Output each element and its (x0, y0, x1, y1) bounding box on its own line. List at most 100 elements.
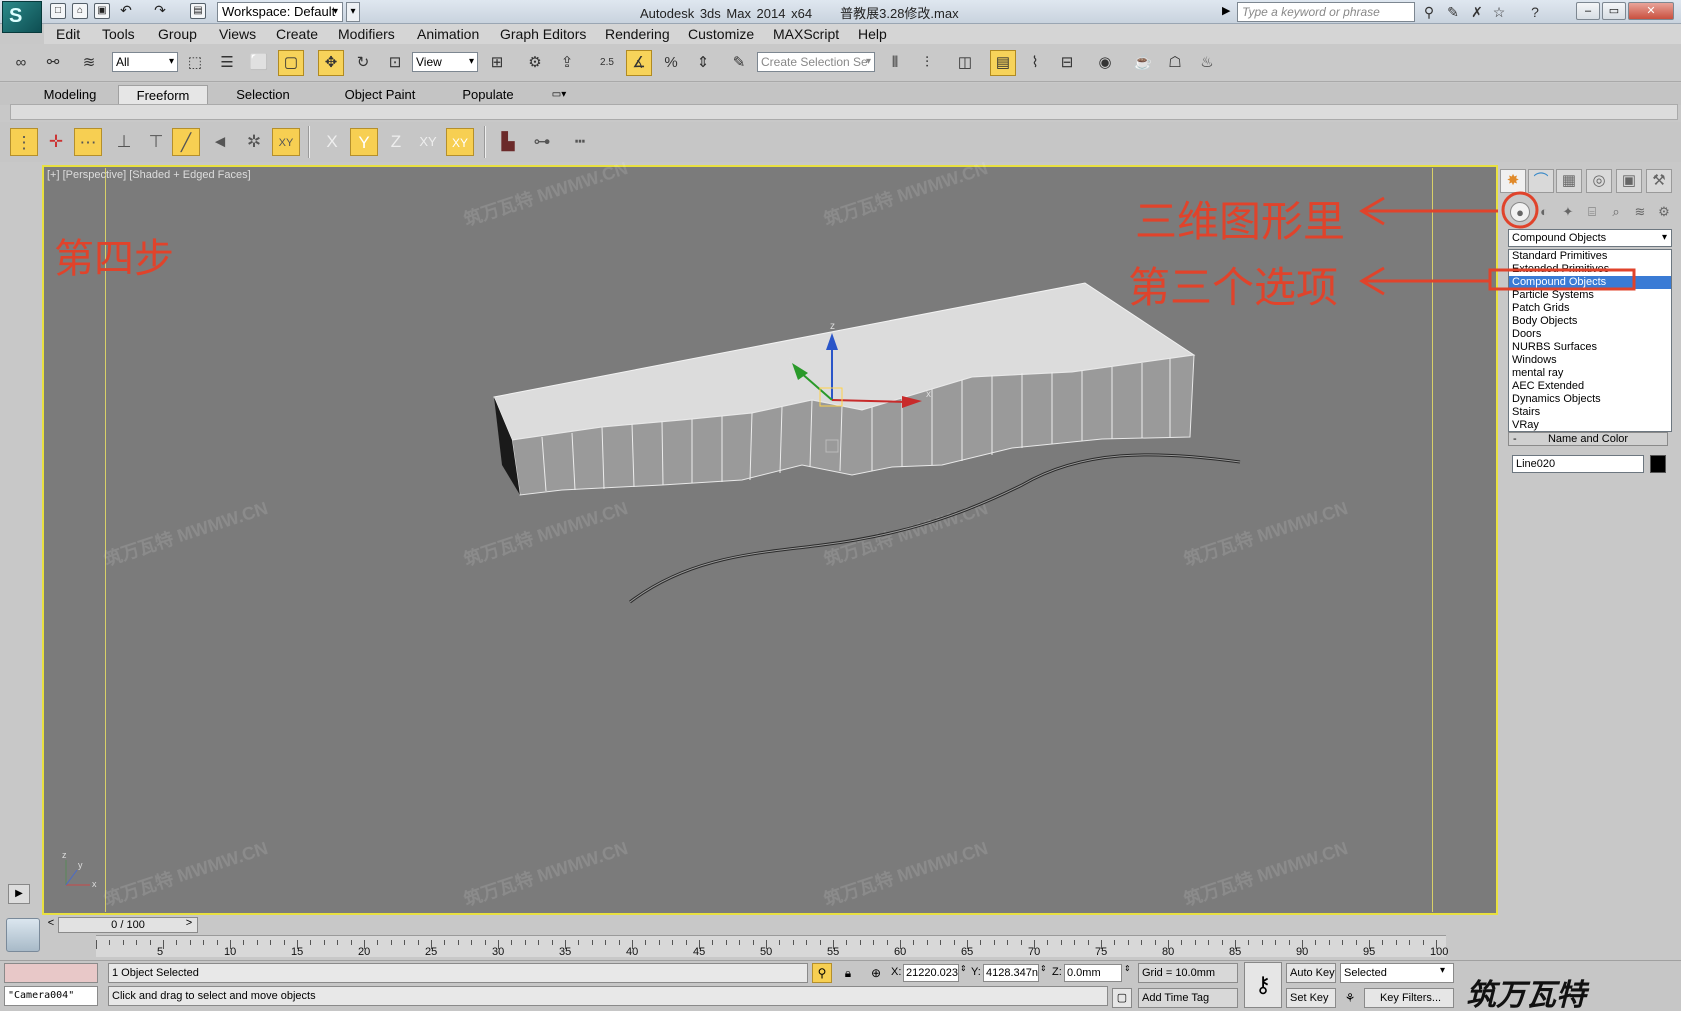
menu-graph-editors[interactable]: Graph Editors (500, 26, 586, 42)
z-spinner-icon[interactable]: ⇕ (1124, 964, 1132, 982)
ruler-icon[interactable]: ┅ (566, 128, 594, 156)
mirror-icon[interactable]: ⫴ (882, 50, 908, 76)
select-manipulate-icon[interactable]: ⚙ (522, 50, 548, 76)
tab-modeling[interactable]: Modeling (30, 85, 110, 105)
quick-access-menu-icon[interactable]: ▾ (346, 2, 360, 22)
close-button[interactable]: ✕ (1628, 2, 1674, 20)
cameras-category-icon[interactable]: ⌸ (1582, 202, 1602, 222)
new-file-icon[interactable]: □ (50, 3, 66, 19)
object-color-swatch[interactable] (1650, 455, 1666, 473)
menu-modifiers[interactable]: Modifiers (338, 26, 395, 42)
menu-rendering[interactable]: Rendering (605, 26, 670, 42)
snap-grid-points-icon[interactable]: ⋮ (10, 128, 38, 156)
helpers-category-icon[interactable]: ⌕ (1606, 202, 1626, 222)
display-tab-icon[interactable]: ▣ (1616, 169, 1642, 193)
schematic-view-icon[interactable]: ⊟ (1054, 50, 1080, 76)
snap-pivot-icon[interactable]: ✛ (42, 128, 70, 156)
project-folder-icon[interactable]: ▤ (190, 3, 206, 19)
constraint-xy-plane-button[interactable]: XY (446, 128, 474, 156)
absolute-mode-icon[interactable]: ⊕ (866, 963, 886, 983)
select-and-rotate-icon[interactable]: ↻ (350, 50, 376, 76)
ribbon-options-icon[interactable]: ▭▾ (544, 85, 574, 105)
key-filters-button[interactable]: Key Filters... (1364, 988, 1454, 1008)
maximize-button[interactable]: ▭ (1602, 2, 1626, 20)
motion-tab-icon[interactable]: ◎ (1586, 169, 1612, 193)
y-spinner-icon[interactable]: ⇕ (1040, 964, 1048, 982)
dropdown-item-patch-grids[interactable]: Patch Grids (1509, 302, 1671, 315)
menu-customize[interactable]: Customize (688, 26, 754, 42)
link-icon[interactable]: ∞ (8, 50, 34, 76)
time-slider[interactable]: 0 / 100 (58, 917, 198, 933)
dropdown-item-stairs[interactable]: Stairs (1509, 406, 1671, 419)
unlink-icon[interactable]: ⚯ (40, 50, 66, 76)
select-and-move-icon[interactable]: ✥ (318, 50, 344, 76)
dropdown-item-standard-primitives[interactable]: Standard Primitives (1509, 250, 1671, 263)
render-production-icon[interactable]: ♨ (1194, 50, 1220, 76)
menu-maxscript[interactable]: MAXScript (773, 26, 839, 42)
snap-perpendicular-icon[interactable]: ✲ (240, 128, 268, 156)
lights-category-icon[interactable]: ✦ (1558, 202, 1578, 222)
snaps-toggle-icon[interactable]: 2.5 (594, 50, 620, 76)
space-warps-category-icon[interactable]: ≋ (1630, 202, 1650, 222)
tab-freeform[interactable]: Freeform (118, 85, 208, 105)
menu-tools[interactable]: Tools (102, 26, 135, 42)
dropdown-item-vray[interactable]: VRay (1509, 419, 1671, 432)
set-key-button[interactable]: Set Key (1286, 988, 1336, 1008)
pivot-center-icon[interactable]: ⊞ (484, 50, 510, 76)
redo-icon[interactable]: ↷ (152, 3, 168, 19)
snap-edge-icon[interactable]: ╱ (172, 128, 200, 156)
next-frame-icon[interactable]: > (182, 917, 196, 933)
menu-create[interactable]: Create (276, 26, 318, 42)
tab-selection[interactable]: Selection (218, 85, 308, 105)
favorites-star-icon[interactable]: ☆ (1490, 3, 1508, 21)
object-name-input[interactable]: Line020 (1512, 455, 1644, 473)
camera-name-field[interactable]: "Camera004" (4, 986, 98, 1006)
y-coord-input[interactable]: 4128.347n (983, 964, 1039, 982)
set-key-icon[interactable]: ⚷ (1244, 962, 1282, 1008)
menu-edit[interactable]: Edit (56, 26, 80, 42)
utilities-tab-icon[interactable]: ⚒ (1646, 169, 1672, 193)
select-object-icon[interactable]: ⬚ (182, 50, 208, 76)
snap-face-icon[interactable]: ◄ (206, 128, 234, 156)
name-and-color-rollout[interactable]: - Name and Color (1508, 432, 1668, 446)
angle-snap-icon[interactable]: ∡ (626, 50, 652, 76)
open-file-icon[interactable]: ⌂ (72, 3, 88, 19)
snap-endpoint-icon[interactable]: ⊥ (110, 128, 138, 156)
select-by-name-icon[interactable]: ☰ (214, 50, 240, 76)
constraint-y-button[interactable]: Y (350, 128, 378, 156)
app-logo-button[interactable]: S (2, 1, 42, 33)
bind-space-warp-icon[interactable]: ≋ (76, 50, 102, 76)
subscription-icon[interactable]: ✎ (1444, 3, 1462, 21)
rendered-frame-icon[interactable]: ☖ (1162, 50, 1188, 76)
add-time-tag-button[interactable]: Add Time Tag (1138, 988, 1238, 1008)
constraint-xy-button[interactable]: XY (414, 128, 442, 156)
brick-icon[interactable]: ▙ (494, 128, 522, 156)
dropdown-item-aec-extended[interactable]: AEC Extended (1509, 380, 1671, 393)
constraint-z-button[interactable]: Z (382, 128, 410, 156)
layer-manager-icon[interactable]: ◫ (952, 50, 978, 76)
undo-icon[interactable]: ↶ (118, 3, 134, 19)
selection-filter-dropdown[interactable]: All (112, 52, 178, 72)
search-input[interactable]: Type a keyword or phrase (1237, 2, 1415, 22)
workspace-dropdown[interactable]: Workspace: Default (217, 2, 343, 22)
x-coord-input[interactable]: 21220.023 (903, 964, 959, 982)
key-mode-dropdown[interactable]: Selected (1340, 963, 1454, 983)
edit-named-selection-icon[interactable]: ✎ (726, 50, 752, 76)
graphite-toggle-icon[interactable]: ▤ (990, 50, 1016, 76)
menu-help[interactable]: Help (858, 26, 887, 42)
save-file-icon[interactable]: ▣ (94, 3, 110, 19)
dropdown-item-windows[interactable]: Windows (1509, 354, 1671, 367)
expand-track-bar-icon[interactable]: ▶ (8, 884, 30, 904)
systems-category-icon[interactable]: ⚙ (1654, 202, 1674, 222)
dropdown-item-nurbs-surfaces[interactable]: NURBS Surfaces (1509, 341, 1671, 354)
selection-lock-icon[interactable]: 🔒︎ (838, 963, 858, 983)
auto-key-button[interactable]: Auto Key (1286, 963, 1336, 983)
help-icon[interactable]: ? (1526, 3, 1544, 21)
window-crossing-icon[interactable]: ▢ (278, 50, 304, 76)
time-tag-icon[interactable]: ▢ (1112, 988, 1132, 1008)
menu-views[interactable]: Views (219, 26, 256, 42)
minimize-button[interactable]: – (1576, 2, 1600, 20)
keyboard-shortcut-override-icon[interactable]: ⇪ (554, 50, 580, 76)
snap-center-face-icon[interactable]: XY (272, 128, 300, 156)
binoculars-icon[interactable]: ⚲ (1420, 3, 1438, 21)
